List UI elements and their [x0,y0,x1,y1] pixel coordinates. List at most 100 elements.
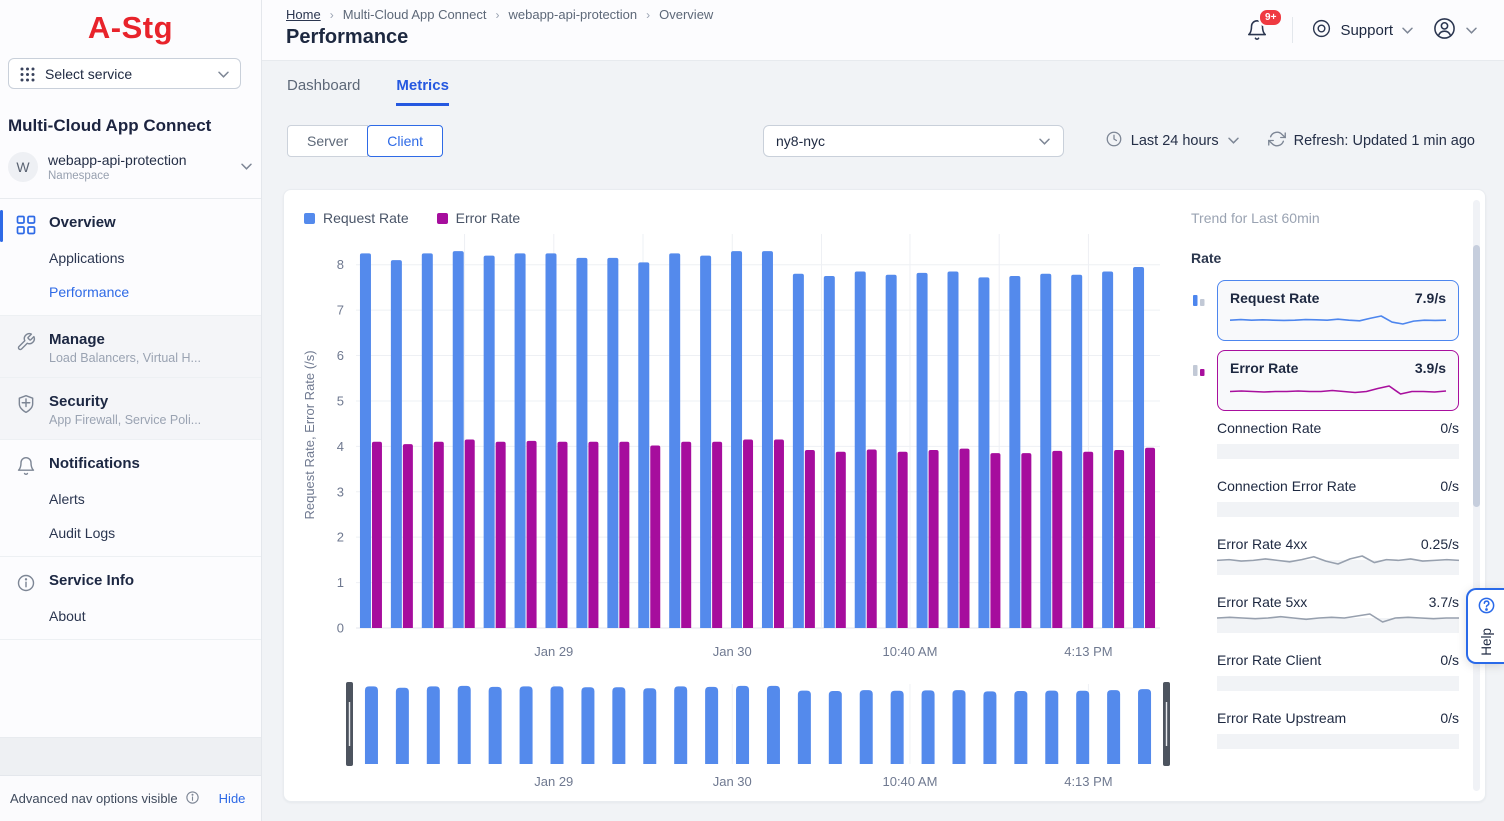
breadcrumb-item-home[interactable]: Home [286,7,321,22]
refresh-button[interactable]: Refresh: Updated 1 min ago [1268,130,1475,152]
navigator-chart[interactable]: Jan 29Jan 3010:40 AM4:13 PM [298,674,1174,792]
trend-metric-card-error-rate[interactable]: Error Rate3.9/s [1217,350,1459,411]
help-button-label: Help [1479,628,1494,656]
metric-spark-strip [1217,560,1459,575]
notifications-button[interactable]: 9+ [1246,15,1274,46]
bar-error-rate [496,442,506,628]
sidebar-item-audit-logs[interactable]: Audit Logs [0,516,261,550]
metric-value: 0/s [1440,420,1459,436]
metric-label: Error Rate Upstream [1217,710,1346,726]
navigator-handle-left[interactable] [346,682,353,766]
bar-request-rate [546,253,557,628]
brand-logo: A-Stg [88,10,173,46]
sidebar-item-about[interactable]: About [0,599,261,633]
sidebar-item-applications[interactable]: Applications [0,241,261,275]
sidebar-item-notifications[interactable]: Notifications [0,445,261,482]
y-tick-label: 6 [337,348,344,363]
nav-bar [983,691,996,764]
toggle-client[interactable]: Client [367,125,443,157]
overview-grid-icon [16,215,36,235]
nav-bar [829,691,842,764]
time-range-dropdown[interactable]: Last 24 hours [1105,130,1240,152]
legend-item-error-rate[interactable]: Error Rate [437,210,521,226]
sidebar-item-security[interactable]: SecurityApp Firewall, Service Poli... [0,383,261,433]
trend-metric-connection-rate[interactable]: Connection Rate0/s [1217,420,1459,459]
nav-bar [1107,690,1120,764]
sidebar-item-service-info[interactable]: Service Info [0,562,261,599]
metric-label: Error Rate 5xx [1217,594,1307,610]
breadcrumb-item-multi-cloud-app-connect[interactable]: Multi-Cloud App Connect [343,7,487,22]
legend-item-request-rate[interactable]: Request Rate [304,210,409,226]
nav-bar [458,686,471,764]
sidebar-item-alerts[interactable]: Alerts [0,482,261,516]
bar-request-rate [978,277,989,628]
nav-bar [953,690,966,764]
active-indicator [0,210,3,242]
app-root: A-Stg Select service Multi-Cloud App Con… [0,0,1504,821]
tab-metrics[interactable]: Metrics [396,77,449,106]
nav-bar [489,687,502,764]
tab-bar: Dashboard Metrics [287,77,1504,106]
help-button[interactable]: Help [1466,588,1504,664]
chevron-down-icon [1465,22,1478,39]
trend-panel: Trend for Last 60min Rate Request Rate7.… [1185,190,1485,801]
sidebar-item-label: Security [49,393,201,410]
bar-error-rate [1083,452,1093,628]
namespace-avatar: W [8,152,38,182]
nav-bar [1014,691,1027,764]
bar-error-rate [1052,451,1062,628]
bar-error-rate [960,449,970,628]
trend-scrollbar-thumb[interactable] [1473,245,1480,507]
main-chart[interactable]: 012345678Jan 29Jan 3010:40 AM4:13 PMRequ… [298,228,1174,674]
chevron-down-icon [1038,133,1051,149]
trend-metric-card-request-rate[interactable]: Request Rate7.9/s [1217,280,1459,341]
breadcrumb-item-overview: Overview [659,7,713,22]
advanced-nav-text: Advanced nav options visible [10,791,178,806]
bar-request-rate [855,272,866,628]
support-menu-button[interactable]: Support [1311,18,1414,43]
nav-tick-label: 10:40 AM [882,774,937,789]
chevron-down-icon [1227,133,1240,149]
metric-spark-strip [1217,618,1459,633]
x-tick-label: Jan 29 [534,644,573,659]
trend-metric-error-rate-4xx[interactable]: Error Rate 4xx0.25/s [1217,536,1459,575]
trend-metric-connection-error-rate[interactable]: Connection Error Rate0/s [1217,478,1459,517]
bar-error-rate [929,450,939,628]
metric-value: 0/s [1440,478,1459,494]
sidebar-section-security: SecurityApp Firewall, Service Poli... [0,378,261,440]
trend-metric-error-rate-5xx[interactable]: Error Rate 5xx3.7/s [1217,594,1459,633]
site-selector-dropdown[interactable]: ny8-nyc [763,125,1064,157]
trend-metric-error-rate-client[interactable]: Error Rate Client0/s [1217,652,1459,691]
sidebar-item-manage[interactable]: ManageLoad Balancers, Virtual H... [0,321,261,371]
bar-request-rate [638,262,649,628]
info-icon[interactable] [185,790,200,808]
sparkline [1217,609,1459,627]
bar-request-rate [422,253,433,628]
toggle-server[interactable]: Server [287,125,368,157]
select-service-dropdown[interactable]: Select service [8,58,241,89]
chart-legend: Request Rate Error Rate [304,210,1185,226]
y-tick-label: 5 [337,393,344,408]
bar-error-rate [1145,448,1155,628]
support-label: Support [1340,22,1393,39]
metric-label: Request Rate [1230,290,1319,306]
trend-metric-error-rate-upstream[interactable]: Error Rate Upstream0/s [1217,710,1459,749]
metric-spark-strip [1217,444,1459,459]
sidebar-item-overview[interactable]: Overview [0,204,261,241]
bar-error-rate [650,445,660,628]
y-tick-label: 4 [337,439,344,454]
tab-dashboard[interactable]: Dashboard [287,77,360,106]
site-selector-value: ny8-nyc [776,133,825,149]
navigator-handle-right[interactable] [1163,682,1170,766]
account-menu-button[interactable] [1432,16,1478,45]
namespace-selector[interactable]: W webapp-api-protection Namespace [8,152,253,182]
breadcrumb: Home›Multi-Cloud App Connect›webapp-api-… [286,7,713,22]
apps-grid-icon [19,66,36,83]
sidebar-section-overview: OverviewApplicationsPerformance [0,199,261,316]
sidebar-item-performance[interactable]: Performance [0,275,261,309]
time-range-value: Last 24 hours [1131,133,1219,149]
hide-advanced-nav-link[interactable]: Hide [219,791,246,806]
bar-request-rate [515,253,526,628]
chart-column: Request RateError Rate 012345678Jan 29Ja… [284,190,1185,801]
breadcrumb-item-webapp-api-protection[interactable]: webapp-api-protection [509,7,638,22]
